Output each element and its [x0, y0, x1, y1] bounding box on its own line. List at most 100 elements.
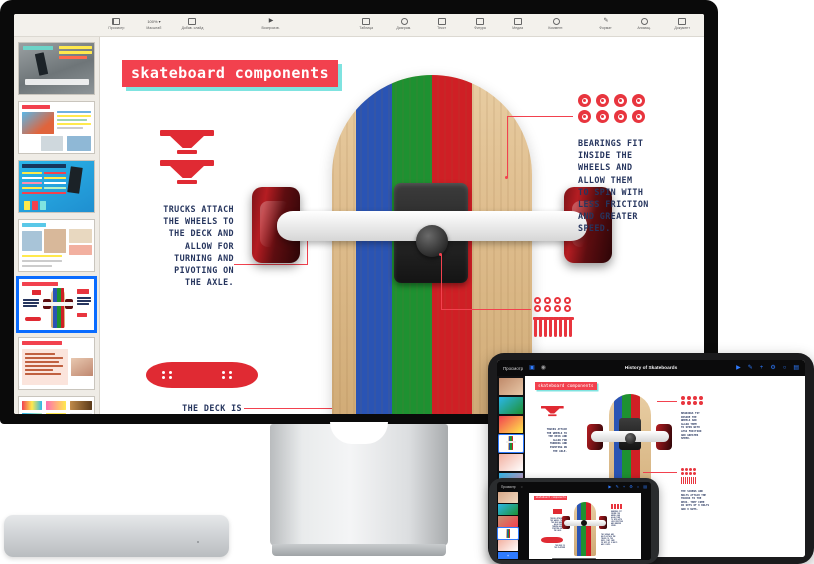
toolbar-chart-button[interactable]: Диаграм.: [390, 16, 418, 31]
bearings-connector-line: [507, 116, 573, 117]
ipad-bearings-text: BEARINGS FIT INSIDE THE WHEELS AND ALLOW…: [681, 412, 702, 441]
truck-icon: [160, 160, 214, 186]
iphone-thumb-2[interactable]: [498, 504, 518, 515]
toolbar-format-button[interactable]: ✎ Формат: [592, 16, 620, 31]
iphone-editor-body: + skateboard components TRUCKS ATTACH TH…: [497, 491, 651, 560]
animate-icon[interactable]: ⚙: [770, 365, 775, 371]
bearings-text-block[interactable]: BEARINGS FIT INSIDE THE WHEELS AND ALLOW…: [578, 137, 704, 235]
iphone-thumb-1[interactable]: [498, 492, 518, 503]
bearing-icon: [632, 110, 645, 123]
toolbar-play-label: Воспроизв.: [261, 26, 281, 30]
toolbar-view-button[interactable]: Просмотр: [102, 16, 130, 31]
toolbar-media-button[interactable]: Медиа: [504, 16, 532, 31]
nut-icon: [554, 297, 561, 304]
ipad-connector-screws: [643, 472, 677, 473]
bearing-icon: [596, 94, 609, 107]
iphone-add-slide-button[interactable]: +: [498, 552, 518, 560]
toolbar-insert-group: Таблица Диаграм. Текст Фигура Медиа Комм…: [352, 16, 570, 31]
iphone-thumb-5[interactable]: [498, 540, 518, 551]
sidebar-item-slide-10[interactable]: 10: [18, 337, 95, 390]
sidebar-item-slide-11[interactable]: 11: [18, 396, 95, 414]
sidebar-item-slide-9[interactable]: 9: [16, 276, 97, 333]
iphone-deck-text: THE DECK IS THE PLATFORM: [554, 545, 565, 549]
toolbar-shape-button[interactable]: Фигура: [466, 16, 494, 31]
ipad-slide-title: skateboard components: [535, 382, 597, 390]
ipad-nut-icons: [681, 468, 697, 475]
ipad-truck-kingpin: [625, 433, 636, 444]
table-icon: [362, 16, 370, 26]
iphone: Просмотр ○ ▶ ✎ + ⚙ ○ ▤ + skateboard comp…: [489, 478, 659, 564]
document-icon[interactable]: ▤: [643, 484, 647, 489]
ipad-bearing-icons: [681, 396, 704, 405]
nut-icon: [564, 297, 571, 304]
bearing-icon: [614, 110, 627, 123]
truck-kingpin: [416, 225, 448, 257]
deck-icon: [146, 362, 258, 388]
toolbar-document-button[interactable]: Документ: [668, 16, 696, 31]
sidebar-item-slide-8[interactable]: 8: [18, 219, 95, 272]
toolbar-add-slide-button[interactable]: Добав. слайд: [178, 16, 206, 31]
bearing-icon-group: [578, 94, 648, 123]
display-stand-base: [272, 544, 446, 556]
deck-stripe-blue: [356, 75, 392, 414]
screw-icon-group: [532, 317, 574, 337]
nut-icon: [544, 305, 551, 312]
toolbar-table-button[interactable]: Таблица: [352, 16, 380, 31]
iphone-slide-canvas[interactable]: skateboard components TRUCKS ATTACH THE …: [519, 491, 651, 560]
view-panel-icon: [112, 16, 120, 26]
toolbar-text-button[interactable]: Текст: [428, 16, 456, 31]
screw-icon: [557, 317, 564, 337]
format-brush-icon[interactable]: ✎: [616, 484, 619, 489]
bearing-icon: [578, 110, 591, 123]
document-icon[interactable]: ▤: [793, 365, 799, 371]
screws-connector-dot: [439, 253, 442, 256]
iphone-bearing-icons: [611, 503, 623, 509]
slide-title[interactable]: skateboard components: [122, 60, 339, 87]
play-icon[interactable]: ▶: [608, 484, 611, 489]
ipad-thumb-1[interactable]: [499, 378, 523, 395]
shape-icon: [476, 16, 484, 26]
help-icon[interactable]: ○: [637, 484, 639, 489]
ipad-thumb-2[interactable]: [499, 397, 523, 414]
animate-icon[interactable]: ⚙: [629, 484, 633, 489]
iphone-thumb-3[interactable]: [498, 516, 518, 527]
ipad-thumb-3[interactable]: [499, 416, 523, 433]
ipad-screws-text: THE SCREWS AND BOLTS ATTACH THE TRUCKS T…: [681, 490, 710, 511]
iphone-view-label[interactable]: Просмотр: [501, 485, 516, 489]
ipad-thumb-5[interactable]: [499, 454, 523, 471]
deck-text-block[interactable]: THE DECK IS THE PLATFORM: [120, 402, 242, 414]
iphone-slide-navigator[interactable]: +: [497, 491, 519, 560]
view-panel-icon[interactable]: ▣: [529, 365, 535, 371]
toolbar-zoom-button[interactable]: 100% ▾ Масштаб: [140, 16, 168, 31]
play-icon[interactable]: ▶: [736, 365, 741, 371]
add-slide-icon: [188, 16, 196, 26]
sidebar-item-slide-5[interactable]: 5: [18, 42, 95, 95]
format-brush-icon[interactable]: ✎: [748, 365, 753, 371]
toolbar-text-label: Текст: [437, 26, 447, 30]
toolbar-document-label: Документ: [674, 26, 690, 30]
screw-icon: [562, 317, 569, 337]
iphone-screws-text: THE SCREWS AND BOLTS ATTACH THE TRUCKS T…: [601, 534, 618, 546]
add-icon[interactable]: +: [760, 365, 764, 371]
iphone-bearings-text: BEARINGS FIT INSIDE THE WHEELS AND ALLOW…: [611, 511, 623, 527]
slide-navigator[interactable]: 5 6: [14, 37, 100, 414]
help-icon[interactable]: ○: [521, 484, 523, 490]
sidebar-item-slide-7[interactable]: 7: [18, 160, 95, 213]
sidebar-item-slide-6[interactable]: 6: [18, 101, 95, 154]
ipad-thumb-4[interactable]: [498, 434, 524, 453]
toolbar-play-button[interactable]: ▶ Воспроизв.: [257, 16, 285, 31]
iphone-trucks-text: TRUCKS ATTACH THE WHEELS TO THE DECK AND…: [550, 518, 562, 532]
iphone-thumb-4[interactable]: [497, 527, 519, 540]
display-stand-notch: [330, 422, 388, 444]
add-icon[interactable]: +: [623, 484, 625, 489]
nut-icon: [554, 305, 561, 312]
toolbar-zoom-label: Масштаб: [146, 26, 162, 30]
trucks-text-block[interactable]: TRUCKS ATTACH THE WHEELS TO THE DECK AND…: [114, 203, 234, 288]
screws-connector-vertical: [441, 255, 442, 310]
toolbar-comment-button[interactable]: Коммент.: [542, 16, 570, 31]
help-icon[interactable]: ○: [783, 365, 787, 371]
ipad-view-label[interactable]: Просмотр: [503, 366, 523, 371]
format-brush-icon: ✎: [603, 17, 609, 24]
help-icon[interactable]: ◉: [541, 365, 546, 371]
toolbar-animate-button[interactable]: Анимац.: [630, 16, 658, 31]
